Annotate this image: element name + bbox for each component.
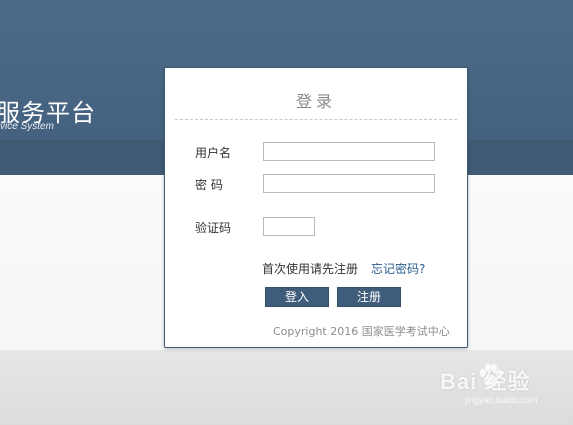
- username-input[interactable]: [263, 142, 435, 161]
- captcha-input[interactable]: [263, 217, 315, 236]
- login-title: 登录: [295, 92, 336, 111]
- captcha-label: 验证码: [195, 221, 232, 235]
- forgot-password-link[interactable]: 忘记密码?: [371, 260, 425, 277]
- watermark-text: Bai 经验: [440, 369, 531, 394]
- login-button[interactable]: 登入: [265, 287, 329, 307]
- title-divider: [175, 119, 457, 120]
- watermark-url: jingyan.baidu.com: [465, 395, 538, 405]
- password-label: 密 码: [195, 178, 223, 192]
- password-input[interactable]: [263, 174, 435, 193]
- username-label: 用户名: [195, 146, 232, 160]
- site-logo-subtitle: vice System: [0, 121, 54, 132]
- first-use-hint: 首次使用请先注册: [262, 262, 359, 276]
- register-button[interactable]: 注册: [337, 287, 401, 307]
- login-panel: 登录 用户名 密 码 验证码 首次使用请先注册 忘记密码? 登入 注册 Copy…: [164, 67, 468, 348]
- copyright-text: Copyright 2016 国家医学考试中心: [273, 325, 450, 338]
